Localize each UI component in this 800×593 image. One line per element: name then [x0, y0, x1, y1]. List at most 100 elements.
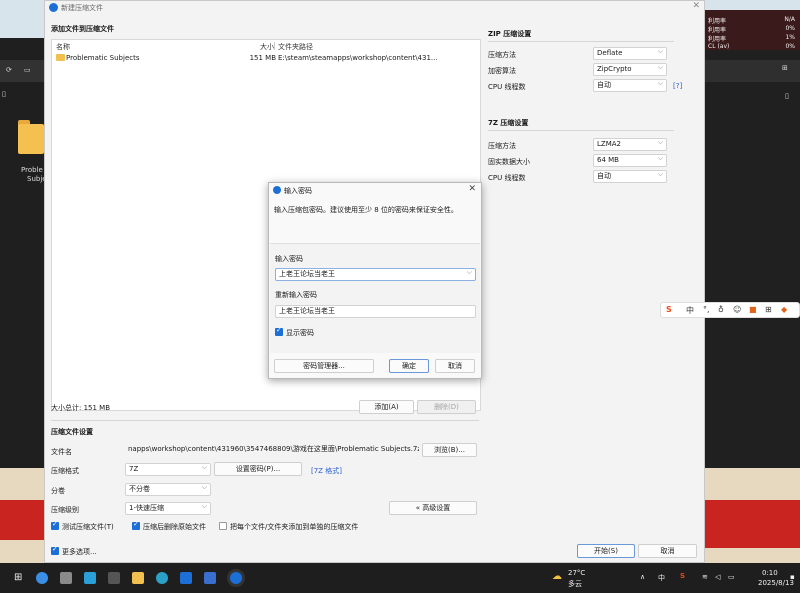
folder-icon: [56, 54, 65, 61]
divider: [488, 41, 674, 42]
zip-encrypt-select[interactable]: ZipCrypto: [593, 63, 667, 76]
more-options-checkbox[interactable]: [51, 545, 59, 555]
clock-time[interactable]: 0:10: [762, 569, 778, 577]
delete-button[interactable]: 删除(D): [417, 400, 476, 414]
toolbox-icon[interactable]: ⊞: [765, 305, 772, 314]
password-manager-button[interactable]: 密码管理器...: [274, 359, 374, 373]
format-select[interactable]: 7Z: [125, 463, 211, 476]
7z-solid-select[interactable]: 64 MB: [593, 154, 667, 167]
row-name: Problematic Subjects: [66, 54, 140, 62]
tray-language[interactable]: 中: [658, 573, 665, 583]
background-app-left: [0, 38, 44, 468]
column-header-size[interactable]: 大小: [260, 42, 274, 52]
divider: [51, 420, 479, 421]
7z-method-label: 压缩方法: [488, 142, 516, 150]
window-close-button[interactable]: ✕: [692, 1, 700, 11]
app-icon-2[interactable]: [84, 572, 96, 584]
password-input[interactable]: 上老王论坛当老王: [275, 268, 476, 281]
level-select[interactable]: 1-快速压缩: [125, 502, 211, 515]
stat-value: 0%: [785, 25, 795, 32]
ime-toolbar[interactable]: S 中 °, ♁ ☺ ■ ⊞ ◆: [660, 302, 800, 318]
taskbar: ⊞ ☁ 27°C 多云 ∧ 中 S ≋ ◁ ▭ 0:10 2025/8/13 ▪: [0, 563, 800, 593]
app-icon-5[interactable]: [204, 572, 216, 584]
title-bar[interactable]: 新建压缩文件 ✕: [45, 1, 706, 15]
table-row[interactable]: Problematic Subjects 151 MB E:\steam\ste…: [52, 53, 480, 63]
more-icon[interactable]: ◆: [781, 305, 787, 314]
stat-label: 利用率: [708, 36, 727, 43]
app-icon-1[interactable]: [60, 572, 72, 584]
punctuation-icon[interactable]: °,: [703, 305, 710, 314]
stat-label: 利用率: [708, 18, 727, 25]
weather-icon[interactable]: ☁: [552, 571, 562, 582]
microphone-icon[interactable]: ♁: [718, 305, 724, 314]
dialog-message: 输入压缩包密码。建议使用至少 8 位的密码来保证安全性。: [274, 206, 458, 214]
wifi-icon[interactable]: ≋: [702, 573, 708, 581]
filename-label: 文件名: [51, 448, 72, 456]
separate-archives-checkbox[interactable]: [219, 522, 227, 530]
battery-icon[interactable]: ▭: [728, 573, 735, 581]
advanced-settings-button[interactable]: « 高级设置: [389, 501, 477, 515]
delete-after-checkbox[interactable]: [132, 520, 140, 530]
7z-method-select[interactable]: LZMA2: [593, 138, 667, 151]
dialog-app-icon: [273, 186, 281, 194]
cancel-button[interactable]: 取消: [638, 544, 697, 558]
split-select[interactable]: 不分卷: [125, 483, 211, 496]
ime-tray-icon[interactable]: S: [680, 572, 685, 580]
confirm-password-input[interactable]: 上老王论坛当老王: [275, 305, 476, 318]
add-button[interactable]: 添加(A): [359, 400, 414, 414]
dialog-title: 输入密码: [284, 187, 312, 195]
stat-label: 利用率: [708, 27, 727, 34]
archiver-taskbar-icon[interactable]: [230, 572, 242, 584]
file-explorer-icon[interactable]: [132, 572, 144, 584]
dialog-cancel-button[interactable]: 取消: [435, 359, 475, 373]
volume-icon[interactable]: ◁: [715, 573, 720, 581]
column-header-name[interactable]: 名称: [56, 42, 70, 52]
tray-expand-icon[interactable]: ∧: [640, 573, 645, 581]
system-monitor-panel: 利用率 N/A 利用率 0% 利用率 1% CL (av) 0%: [705, 10, 800, 50]
dialog-close-button[interactable]: ✕: [468, 184, 476, 194]
zip-threads-select[interactable]: 自动: [593, 79, 667, 92]
row-path: E:\steam\steamapps\workshop\content\431.…: [278, 54, 438, 62]
files-section-title: 添加文件到压缩文件: [51, 25, 114, 33]
column-header-path[interactable]: 文件夹路径: [278, 42, 313, 52]
desktop-folder-icon[interactable]: [18, 120, 44, 156]
notification-icon[interactable]: ▪: [790, 573, 795, 581]
weather-temp: 27°C: [568, 569, 586, 577]
test-archive-checkbox[interactable]: [51, 520, 59, 530]
password-dialog: 输入密码 ✕ 输入压缩包密码。建议使用至少 8 位的密码来保证安全性。 输入密码…: [268, 182, 482, 379]
zip-threads-help-link[interactable]: [?]: [673, 82, 682, 90]
separate-archives-label: 把每个文件/文件夹添加到单独的压缩文件: [230, 523, 359, 531]
start-button[interactable]: 开始(S): [577, 544, 635, 558]
stat-label: CL (av): [708, 43, 730, 50]
zip-threads-label: CPU 线程数: [488, 83, 526, 91]
wallpaper-banner-right: [705, 500, 800, 548]
show-password-checkbox[interactable]: [275, 326, 283, 336]
format-help-link[interactable]: [7Z 格式]: [311, 466, 342, 476]
emoji-icon[interactable]: ☺: [733, 305, 741, 314]
total-size: 大小总计: 151 MB: [51, 404, 111, 412]
browse-button[interactable]: 浏览(B)...: [422, 443, 477, 457]
dialog-ok-button[interactable]: 确定: [389, 359, 429, 373]
edge-icon[interactable]: [36, 572, 48, 584]
ime-logo-icon[interactable]: S: [666, 305, 672, 314]
zip-method-label: 压缩方法: [488, 51, 516, 59]
toolbar-icon: ⟳: [6, 66, 12, 74]
ime-language-toggle[interactable]: 中: [686, 305, 694, 316]
zip-method-select[interactable]: Deflate: [593, 47, 667, 60]
level-label: 压缩级别: [51, 506, 79, 514]
7z-threads-select[interactable]: 自动: [593, 170, 667, 183]
start-icon[interactable]: ⊞: [14, 572, 22, 583]
app-icon-4[interactable]: [180, 572, 192, 584]
clock-date[interactable]: 2025/8/13: [758, 579, 794, 587]
browser-icon[interactable]: [156, 572, 168, 584]
dialog-form-area: 输入密码 上老王论坛当老王 重新输入密码 上老王论坛当老王 显示密码: [270, 243, 480, 353]
window-title: 新建压缩文件: [61, 4, 103, 12]
split-label: 分卷: [51, 487, 65, 495]
set-password-button[interactable]: 设置密码(P)...: [214, 462, 302, 476]
skin-icon[interactable]: ■: [749, 305, 757, 314]
zip-settings-title: ZIP 压缩设置: [488, 30, 532, 38]
column-divider[interactable]: [274, 42, 275, 50]
filename-input[interactable]: napps\workshop\content\431960\3547468809…: [125, 444, 419, 457]
compress-section-title: 压缩文件设置: [51, 428, 93, 436]
app-icon-3[interactable]: [108, 572, 120, 584]
